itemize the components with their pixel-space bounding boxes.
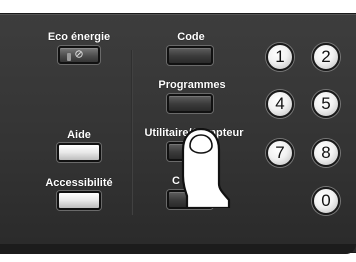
keypad-key-1[interactable]: 1 [266,43,294,71]
control-panel: Eco énergie ⊘ Aide Accessibilité Code Pr… [0,0,356,262]
accessibilite-button[interactable] [57,191,101,210]
keypad-key-0[interactable]: 0 [312,187,340,215]
panel-edge [0,244,356,254]
code-label: Code [177,31,205,43]
programmes-button[interactable] [167,94,213,113]
power-icon: ⊘ [74,48,84,61]
aide-button[interactable] [57,143,101,162]
code-button[interactable] [167,46,213,65]
eco-energie-label: Eco énergie [47,31,111,43]
panel-divider [131,50,133,215]
eco-energie-button[interactable]: ⊘ [58,46,100,64]
aide-label: Aide [67,129,91,141]
eco-indicator-led [67,53,71,61]
accessibilite-label: Accessibilité [45,177,113,189]
programmes-label: Programmes [158,79,226,91]
keypad-key-5[interactable]: 5 [312,90,340,118]
keypad-key-8[interactable]: 8 [312,139,340,167]
keypad-key-4[interactable]: 4 [266,90,294,118]
pointing-finger-icon [181,128,231,208]
keypad-key-2[interactable]: 2 [312,43,340,71]
keypad-key-7[interactable]: 7 [266,139,294,167]
